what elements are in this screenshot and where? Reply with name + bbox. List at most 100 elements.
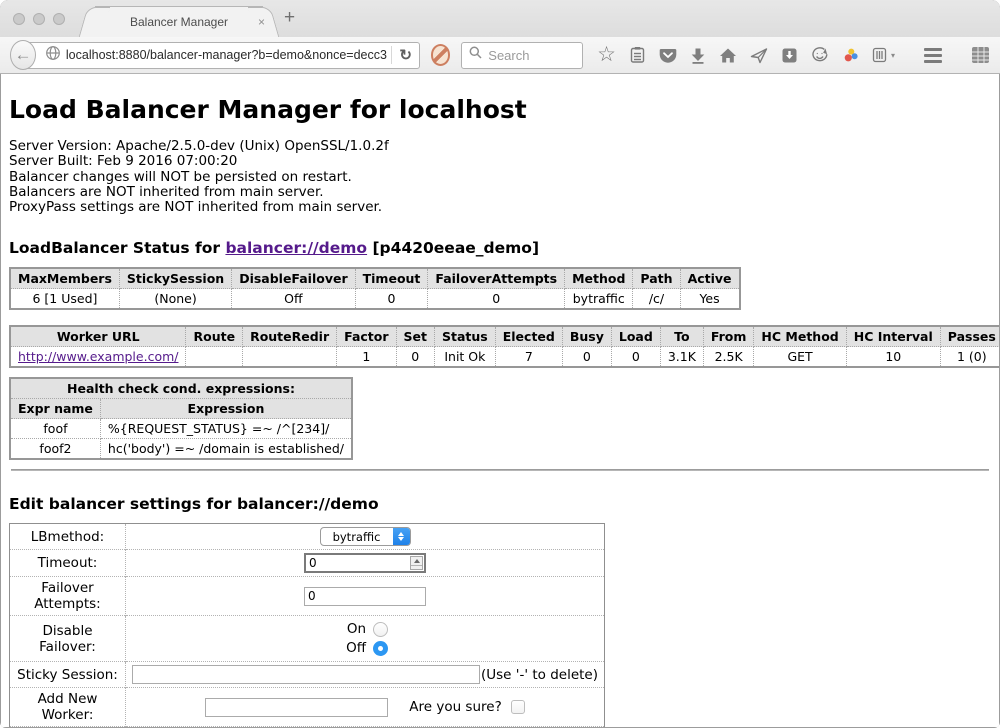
lbmethod-select[interactable]: bytraffic xyxy=(320,527,411,546)
add-worker-input[interactable] xyxy=(205,698,388,717)
home-icon[interactable] xyxy=(719,47,737,64)
cell-expression: %{REQUEST_STATUS} =~ /^[234]/ xyxy=(100,419,352,439)
timeout-label: Timeout: xyxy=(10,550,126,577)
clipboard-icon[interactable] xyxy=(629,46,646,64)
edit-settings-heading: Edit balancer settings for balancer://de… xyxy=(9,495,991,513)
status-heading-suffix: [p4420eeae_demo] xyxy=(367,239,539,257)
pocket-icon[interactable] xyxy=(659,47,677,64)
browser-window: Balancer Manager × + ← localhost:8880/ba… xyxy=(0,0,1000,728)
sticky-session-hint: (Use '-' to delete) xyxy=(481,667,598,683)
new-tab-button[interactable]: + xyxy=(284,7,295,29)
radio-on-label: On xyxy=(342,621,366,637)
col-timeout: Timeout xyxy=(355,268,428,289)
cell-path: /c/ xyxy=(633,289,680,310)
col-busy: Busy xyxy=(562,326,611,347)
disable-failover-on-radio[interactable] xyxy=(373,622,388,637)
edit-balancer-form: LBmethod: bytraffic Timeout: xyxy=(9,523,605,727)
col-hc-method: HC Method xyxy=(754,326,846,347)
cell-failoverattempts: 0 xyxy=(428,289,565,310)
minimize-window-button[interactable] xyxy=(33,13,45,25)
download-box-icon[interactable] xyxy=(781,47,798,64)
col-load: Load xyxy=(611,326,660,347)
col-elected: Elected xyxy=(495,326,562,347)
health-check-table: Health check cond. expressions: Expr nam… xyxy=(9,377,353,460)
blocked-content-icon[interactable] xyxy=(431,44,450,66)
cell-set: 0 xyxy=(396,347,434,368)
cell-stickysession: (None) xyxy=(119,289,231,310)
lbmethod-selected-value: bytraffic xyxy=(321,530,393,544)
tab-title: Balancer Manager xyxy=(130,15,228,29)
tab-balancer-manager[interactable]: Balancer Manager × xyxy=(95,6,263,37)
col-hc-interval: HC Interval xyxy=(846,326,940,347)
globe-icon xyxy=(45,45,61,66)
cell-elected: 7 xyxy=(495,347,562,368)
search-bar[interactable]: Search xyxy=(461,42,583,69)
reload-icon[interactable]: ↻ xyxy=(399,46,412,64)
worker-data-row: http://www.example.com/ 1 0 Init Ok 7 0 … xyxy=(10,347,999,368)
navigation-toolbar: ← localhost:8880/balancer-manager?b=demo… xyxy=(0,37,1000,74)
cell-from: 2.5K xyxy=(703,347,754,368)
cell-method: bytraffic xyxy=(565,289,633,310)
worker-url-link[interactable]: http://www.example.com/ xyxy=(18,349,178,364)
health-row-foof: foof %{REQUEST_STATUS} =~ /^[234]/ xyxy=(10,419,352,439)
dropdown-caret-icon[interactable]: ▾ xyxy=(891,51,895,60)
health-row-foof2: foof2 hc('body') =~ /domain is establish… xyxy=(10,439,352,460)
col-to: To xyxy=(660,326,703,347)
bookmark-star-icon[interactable]: ☆ xyxy=(597,46,616,64)
window-controls xyxy=(13,13,65,25)
send-tab-icon[interactable] xyxy=(750,47,768,64)
sticky-session-label: Sticky Session: xyxy=(10,662,126,688)
sticky-session-input[interactable] xyxy=(132,665,480,684)
col-disablefailover: DisableFailover xyxy=(232,268,355,289)
col-factor: Factor xyxy=(337,326,396,347)
lbmethod-row: LBmethod: bytraffic xyxy=(10,524,605,550)
cell-expr-name: foof xyxy=(10,419,100,439)
downloads-icon[interactable] xyxy=(690,47,706,64)
search-icon xyxy=(469,46,482,64)
menu-icon[interactable] xyxy=(924,48,942,63)
zoom-window-button[interactable] xyxy=(53,13,65,25)
col-stickysession: StickySession xyxy=(119,268,231,289)
failover-attempts-input[interactable] xyxy=(304,587,426,606)
cell-expr-name: foof2 xyxy=(10,439,100,460)
balancer-status-table: MaxMembers StickySession DisableFailover… xyxy=(9,267,741,310)
cell-to: 3.1K xyxy=(660,347,703,368)
timeout-input[interactable] xyxy=(304,553,426,573)
number-spinner-icon[interactable] xyxy=(410,556,423,570)
status-heading-prefix: LoadBalancer Status for xyxy=(9,239,225,257)
url-bar[interactable]: localhost:8880/balancer-manager?b=demo&n… xyxy=(20,42,420,69)
are-you-sure-label: Are you sure? xyxy=(409,699,502,715)
col-path: Path xyxy=(633,268,680,289)
cell-active: Yes xyxy=(680,289,739,310)
toolbar-icons: ☆ xyxy=(597,46,990,64)
timeout-row: Timeout: xyxy=(10,550,605,577)
cell-factor: 1 xyxy=(337,347,396,368)
tab-close-icon[interactable]: × xyxy=(258,15,265,29)
back-button[interactable]: ← xyxy=(10,40,36,70)
radio-off-label: Off xyxy=(342,640,366,656)
health-table-title: Health check cond. expressions: xyxy=(10,378,352,399)
section-divider xyxy=(11,469,989,471)
balancer-demo-link[interactable]: balancer://demo xyxy=(225,239,367,257)
feedback-smiley-icon[interactable] xyxy=(811,47,829,64)
tiles-extension-icon[interactable] xyxy=(971,46,990,64)
server-version-line: Server Version: Apache/2.5.0-dev (Unix) … xyxy=(9,139,991,154)
disable-failover-off-radio[interactable] xyxy=(373,641,388,656)
are-you-sure-checkbox[interactable] xyxy=(511,700,525,714)
colors-palette-icon[interactable] xyxy=(842,47,859,64)
url-text[interactable]: localhost:8880/balancer-manager?b=demo&n… xyxy=(66,48,387,62)
cell-routeredir xyxy=(243,347,337,368)
cell-timeout: 0 xyxy=(355,289,428,310)
search-placeholder: Search xyxy=(488,48,529,63)
col-failoverattempts: FailoverAttempts xyxy=(428,268,565,289)
battery-panel-icon[interactable] xyxy=(872,46,887,64)
cell-passes: 1 (0) xyxy=(940,347,999,368)
close-window-button[interactable] xyxy=(13,13,25,25)
col-expr-name: Expr name xyxy=(10,399,100,419)
worker-header-row: Worker URL Route RouteRedir Factor Set S… xyxy=(10,326,999,347)
col-routeredir: RouteRedir xyxy=(243,326,337,347)
col-passes: Passes xyxy=(940,326,999,347)
col-maxmembers: MaxMembers xyxy=(10,268,119,289)
add-worker-label: Add New Worker: xyxy=(10,688,126,727)
col-method: Method xyxy=(565,268,633,289)
